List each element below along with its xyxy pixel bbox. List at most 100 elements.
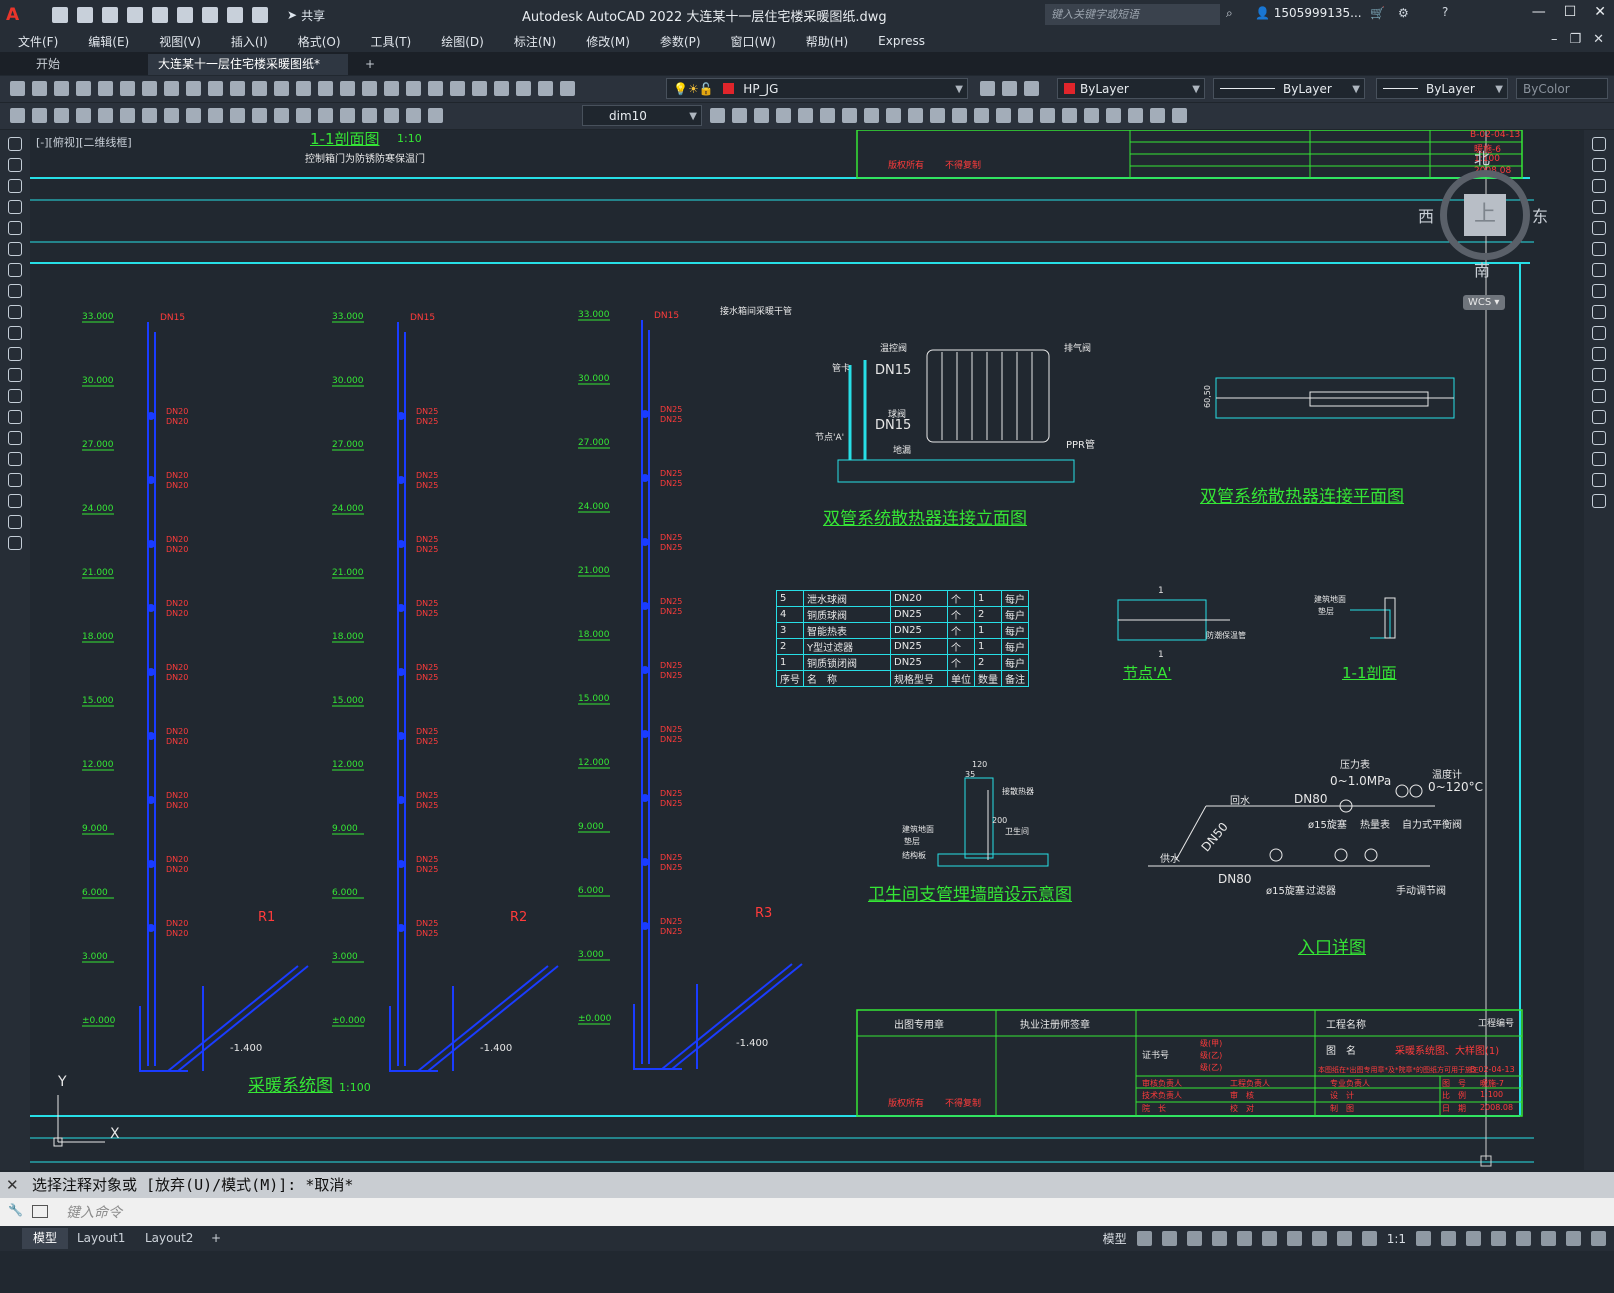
- viewcube[interactable]: 上 北 南 西 东 WCS ▾: [1418, 145, 1548, 310]
- recent-commands-icon[interactable]: [32, 1205, 48, 1218]
- preview-icon[interactable]: [98, 81, 113, 96]
- calculator-icon[interactable]: [516, 81, 531, 96]
- menu-window[interactable]: 窗口(W): [731, 33, 776, 50]
- zoom-window-icon[interactable]: [362, 81, 377, 96]
- design-center-icon[interactable]: [428, 81, 443, 96]
- menu-file[interactable]: 文件(F): [18, 33, 58, 50]
- share-button[interactable]: ➤ 共享: [287, 7, 325, 24]
- add-selected-icon[interactable]: [8, 536, 22, 550]
- dim-continue-icon[interactable]: [230, 108, 245, 123]
- polar-icon[interactable]: [1211, 1231, 1227, 1246]
- menu-edit[interactable]: 编辑(E): [88, 33, 129, 50]
- quick-properties-icon[interactable]: [1491, 1231, 1506, 1246]
- hatch-icon[interactable]: [8, 431, 22, 445]
- close-command-line-icon[interactable]: ✕: [6, 1172, 19, 1198]
- dim-angular-icon[interactable]: [164, 108, 179, 123]
- autocad-logo-icon[interactable]: A: [6, 5, 32, 25]
- line-icon[interactable]: [8, 137, 22, 151]
- make-current-icon[interactable]: [980, 81, 995, 96]
- doc-close-button[interactable]: ✕: [1593, 32, 1604, 47]
- menu-help[interactable]: 帮助(H): [806, 33, 848, 50]
- compass-west[interactable]: 西: [1418, 203, 1434, 227]
- trim-icon[interactable]: [1592, 326, 1606, 340]
- block-editor-icon[interactable]: [252, 81, 267, 96]
- jogged-linear-icon[interactable]: [362, 108, 377, 123]
- wcs-menu[interactable]: WCS ▾: [1463, 295, 1505, 310]
- stretch-icon[interactable]: [1592, 305, 1606, 319]
- selection-cycling-icon[interactable]: [1311, 1231, 1327, 1246]
- help-icon[interactable]: ?: [1442, 5, 1448, 19]
- dim-ordinate-icon[interactable]: [76, 108, 91, 123]
- command-input-bar[interactable]: 🔧 键入命令: [0, 1198, 1614, 1226]
- ellipse-arc-icon[interactable]: [8, 347, 22, 361]
- fillet-icon[interactable]: [1592, 452, 1606, 466]
- search-icon[interactable]: ⌕: [1226, 6, 1233, 21]
- menu-insert[interactable]: 插入(I): [231, 33, 268, 50]
- table-icon[interactable]: [8, 494, 22, 508]
- menu-parameters[interactable]: 参数(P): [660, 33, 701, 50]
- compass-north[interactable]: 北: [1474, 145, 1490, 169]
- dim-jogged-icon[interactable]: [120, 108, 135, 123]
- section-icon[interactable]: [864, 108, 879, 123]
- gradient-icon[interactable]: [8, 452, 22, 466]
- intersect-icon[interactable]: [776, 108, 791, 123]
- cut-icon[interactable]: [164, 81, 179, 96]
- taper-icon[interactable]: [1106, 108, 1121, 123]
- isolate-icon[interactable]: [1516, 1231, 1531, 1246]
- dim-update-icon[interactable]: [428, 108, 443, 123]
- units-icon[interactable]: [1466, 1231, 1481, 1246]
- lineweight-icon[interactable]: [1286, 1231, 1302, 1246]
- dim-radius-icon[interactable]: [98, 108, 113, 123]
- export-icon[interactable]: [177, 7, 193, 23]
- viewport-controls[interactable]: [-][俯视][二维线框]: [36, 134, 132, 150]
- mtext-icon[interactable]: [8, 515, 22, 529]
- union-icon[interactable]: [732, 108, 747, 123]
- zoom-previous-icon[interactable]: [384, 81, 399, 96]
- tolerance-icon[interactable]: [296, 108, 311, 123]
- tab-drawing[interactable]: 大连某十一层住宅楼采暖图纸* ✕: [148, 54, 348, 92]
- layout-tab-layout1[interactable]: Layout1: [66, 1228, 136, 1249]
- new-icon[interactable]: [52, 7, 68, 23]
- save-file-icon[interactable]: [54, 81, 69, 96]
- dim-linear-icon[interactable]: [10, 108, 25, 123]
- menu-dimension[interactable]: 标注(N): [514, 33, 556, 50]
- minimize-button[interactable]: —: [1532, 4, 1546, 20]
- model-space-toggle[interactable]: 模型: [1103, 1230, 1127, 1247]
- customize-menu-icon[interactable]: [1591, 1231, 1606, 1246]
- region-icon[interactable]: [8, 473, 22, 487]
- open-icon[interactable]: [77, 7, 93, 23]
- polygon-icon[interactable]: [8, 200, 22, 214]
- array-icon[interactable]: [1592, 221, 1606, 235]
- dim-style-icon[interactable]: [710, 108, 725, 123]
- close-button[interactable]: ✕: [1594, 4, 1606, 20]
- break-point-icon[interactable]: [1592, 368, 1606, 382]
- new-tab-button[interactable]: +: [355, 54, 385, 75]
- construction-line-icon[interactable]: [8, 158, 22, 172]
- check-icon[interactable]: [1018, 108, 1033, 123]
- chamfer-edge-icon[interactable]: [1150, 108, 1165, 123]
- osnap-icon[interactable]: [1261, 1231, 1277, 1246]
- sheet-set-icon[interactable]: [472, 81, 487, 96]
- mirror-icon[interactable]: [1592, 179, 1606, 193]
- plot-icon[interactable]: [202, 7, 218, 23]
- snap-icon[interactable]: [1161, 1231, 1177, 1246]
- doc-minimize-button[interactable]: –: [1551, 32, 1558, 47]
- polyline-icon[interactable]: [8, 179, 22, 193]
- tb-undo-icon[interactable]: [274, 81, 289, 96]
- save-icon[interactable]: [102, 7, 118, 23]
- layer-previous-icon[interactable]: [1002, 81, 1017, 96]
- annotation-monitor-icon[interactable]: [1441, 1231, 1456, 1246]
- dim-diameter-icon[interactable]: [142, 108, 157, 123]
- linetype-dropdown[interactable]: ByLayer ▼: [1213, 78, 1365, 99]
- copy-object-icon[interactable]: [1592, 158, 1606, 172]
- save-as-icon[interactable]: [127, 7, 143, 23]
- layer-state-icon[interactable]: [1024, 81, 1039, 96]
- extend-icon[interactable]: [1592, 347, 1606, 361]
- customize-wrench-icon[interactable]: 🔧: [8, 1203, 23, 1217]
- quick-dim-icon[interactable]: [186, 108, 201, 123]
- viewcube-top-face[interactable]: 上: [1464, 194, 1506, 236]
- fillet-edge-icon[interactable]: [1128, 108, 1143, 123]
- tb-redo-icon[interactable]: [296, 81, 311, 96]
- redo-icon[interactable]: [252, 7, 268, 23]
- dim-break-icon[interactable]: [274, 108, 289, 123]
